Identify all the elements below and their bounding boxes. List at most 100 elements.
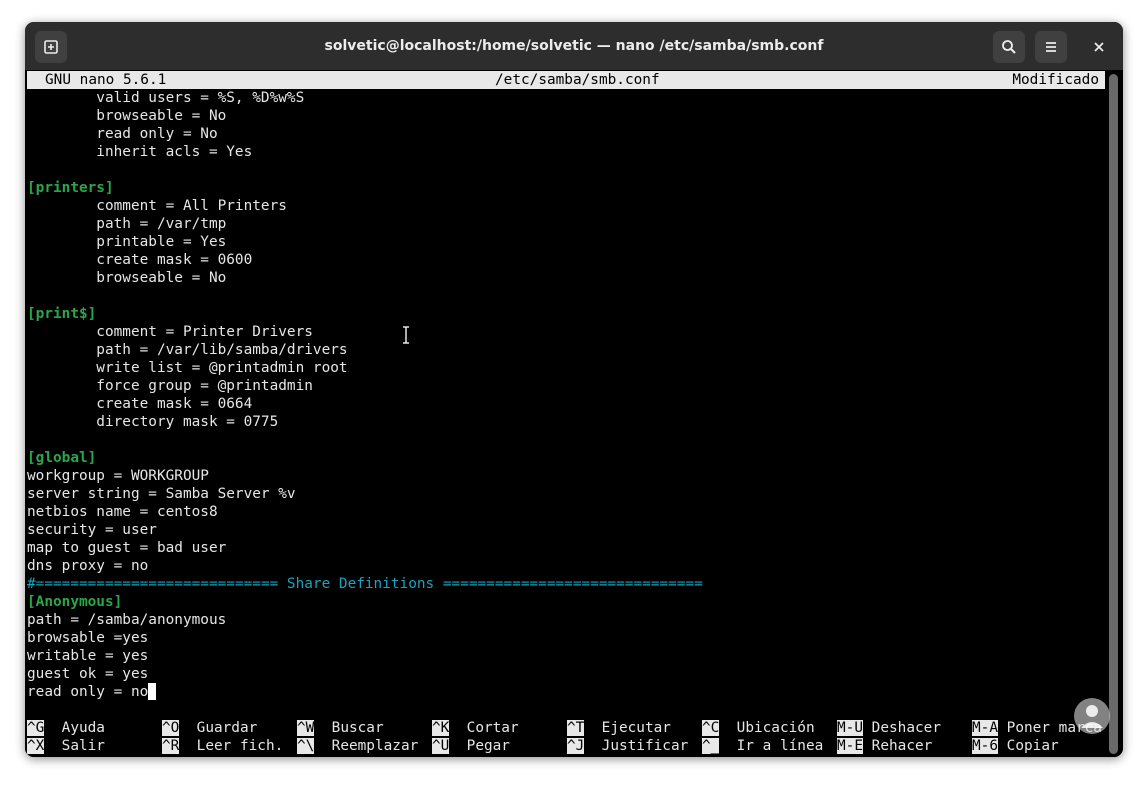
- config-line[interactable]: path = /var/lib/samba/drivers: [27, 341, 347, 359]
- shortcut-ejecutar[interactable]: ^T Ejecutar: [567, 719, 671, 737]
- shortcut-key: ^G: [27, 720, 45, 736]
- text-cursor: [148, 683, 157, 700]
- shortcut-justificar[interactable]: ^J Justificar: [567, 737, 688, 755]
- shortcut-key: ^_: [702, 738, 720, 754]
- config-section-header[interactable]: [global]: [27, 449, 96, 467]
- shortcut-key: ^K: [432, 720, 450, 736]
- shortcut-label: Ir a línea: [736, 738, 824, 754]
- shortcut-gap: [449, 738, 466, 754]
- shortcut-copiar[interactable]: M-6 Copiar: [972, 737, 1059, 755]
- config-line[interactable]: comment = All Printers: [27, 197, 287, 215]
- config-line[interactable]: security = user: [27, 521, 157, 539]
- config-line[interactable]: guest ok = yes: [27, 665, 148, 683]
- scrollbar[interactable]: [1109, 74, 1118, 754]
- config-line[interactable]: workgroup = WORKGROUP: [27, 467, 209, 485]
- shortcut-key: ^\: [297, 738, 315, 754]
- config-line[interactable]: read only = No: [27, 125, 218, 143]
- shortcut-leer-fich[interactable]: ^R Leer fich.: [162, 737, 283, 755]
- config-line[interactable]: browseable = No: [27, 107, 226, 125]
- search-button[interactable]: [993, 31, 1025, 63]
- close-button[interactable]: [1083, 31, 1115, 63]
- shortcut-gap: [314, 738, 331, 754]
- line-text: browseable = No: [27, 108, 227, 124]
- config-line[interactable]: path = /samba/anonymous: [27, 611, 226, 629]
- nano-modified-status: Modificado: [1012, 72, 1099, 88]
- shortcut-gap: [179, 738, 196, 754]
- config-section-header[interactable]: [Anonymous]: [27, 593, 122, 611]
- shortcut-salir[interactable]: ^X Salir: [27, 737, 105, 755]
- config-line[interactable]: write list = @printadmin root: [27, 359, 348, 377]
- config-section-header[interactable]: [printers]: [27, 179, 114, 197]
- line-text: map to guest = bad user: [27, 540, 227, 556]
- shortcut-key: ^T: [567, 720, 585, 736]
- shortcut-label: Copiar: [1006, 738, 1059, 754]
- shortcut-gap: [44, 738, 61, 754]
- shortcut-ubicación[interactable]: ^C Ubicación: [702, 719, 815, 737]
- line-text: #============================ Share Defi…: [27, 576, 703, 592]
- nano-filename: /etc/samba/smb.conf: [495, 72, 660, 88]
- config-line[interactable]: dns proxy = no: [27, 557, 148, 575]
- shortcut-buscar[interactable]: ^W Buscar: [297, 719, 384, 737]
- search-icon: [1002, 40, 1016, 54]
- config-line[interactable]: create mask = 0664: [27, 395, 252, 413]
- line-text: valid users = %S, %D%w%S: [27, 90, 305, 106]
- shortcut-key: M-U: [837, 720, 863, 736]
- shortcut-gap: [719, 738, 736, 754]
- hamburger-menu-icon: [1046, 42, 1056, 52]
- config-line[interactable]: browsable =yes: [27, 629, 148, 647]
- shortcut-ayuda[interactable]: ^G Ayuda: [27, 719, 105, 737]
- window-title: solvetic@localhost:/home/solvetic — nano…: [324, 38, 824, 54]
- close-icon: [1094, 42, 1104, 52]
- line-text: path = /samba/anonymous: [27, 612, 227, 628]
- shortcut-gap: [584, 738, 601, 754]
- config-line[interactable]: netbios name = centos8: [27, 503, 218, 521]
- shortcut-gap: [314, 720, 331, 736]
- line-text: comment = Printer Drivers: [27, 324, 313, 340]
- config-line[interactable]: force group = @printadmin: [27, 377, 313, 395]
- title-bar[interactable]: solvetic@localhost:/home/solvetic — nano…: [25, 22, 1123, 70]
- line-text: create mask = 0664: [27, 396, 253, 412]
- shortcut-ir-a-línea[interactable]: ^_ Ir a línea: [702, 737, 823, 755]
- shortcut-key: ^W: [297, 720, 315, 736]
- config-line[interactable]: valid users = %S, %D%w%S: [27, 89, 304, 107]
- shortcut-label: Justificar: [601, 738, 689, 754]
- shortcut-guardar[interactable]: ^O Guardar: [162, 719, 257, 737]
- config-line[interactable]: server string = Samba Server %v: [27, 485, 296, 503]
- config-line[interactable]: printable = Yes: [27, 233, 226, 251]
- shortcut-cortar[interactable]: ^K Cortar: [432, 719, 519, 737]
- terminal-area[interactable]: GNU nano 5.6.1 /etc/samba/smb.conf Modif…: [25, 70, 1123, 757]
- shortcut-deshacer[interactable]: M-U Deshacer: [837, 719, 941, 737]
- config-line[interactable]: writable = yes: [27, 647, 148, 665]
- config-line[interactable]: browseable = No: [27, 269, 226, 287]
- line-text: printable = Yes: [27, 234, 227, 250]
- config-line[interactable]: directory mask = 0775: [27, 413, 278, 431]
- shortcut-pegar[interactable]: ^U Pegar: [432, 737, 510, 755]
- line-text: workgroup = WORKGROUP: [27, 468, 209, 484]
- shortcut-gap: [863, 720, 872, 736]
- shortcut-reemplazar[interactable]: ^\ Reemplazar: [297, 737, 418, 755]
- shortcut-gap: [44, 720, 61, 736]
- line-text: dns proxy = no: [27, 558, 149, 574]
- config-line[interactable]: path = /var/tmp: [27, 215, 226, 233]
- shortcut-gap: [179, 720, 196, 736]
- line-text: [Anonymous]: [27, 594, 123, 610]
- config-line[interactable]: read only = no: [27, 683, 157, 701]
- config-section-header[interactable]: [print$]: [27, 305, 96, 323]
- text-cursor-ibeam-icon: [403, 326, 409, 344]
- config-comment-line[interactable]: #============================ Share Defi…: [27, 575, 703, 593]
- config-line[interactable]: inherit acls = Yes: [27, 143, 252, 161]
- shortcut-label: Salir: [61, 738, 105, 754]
- shortcut-gap: [584, 720, 601, 736]
- shortcut-label: Ubicación: [736, 720, 815, 736]
- line-text: write list = @printadmin root: [27, 360, 348, 376]
- new-tab-button[interactable]: [35, 31, 67, 63]
- menu-button[interactable]: [1035, 31, 1067, 63]
- config-line[interactable]: map to guest = bad user: [27, 539, 226, 557]
- line-text: read only = No: [27, 126, 218, 142]
- shortcut-label: Ayuda: [61, 720, 105, 736]
- config-line[interactable]: comment = Printer Drivers: [27, 323, 313, 341]
- config-line[interactable]: create mask = 0600: [27, 251, 252, 269]
- shortcut-rehacer[interactable]: M-E Rehacer: [837, 737, 932, 755]
- nano-version: GNU nano 5.6.1: [45, 72, 167, 88]
- terminal-window: solvetic@localhost:/home/solvetic — nano…: [25, 22, 1123, 757]
